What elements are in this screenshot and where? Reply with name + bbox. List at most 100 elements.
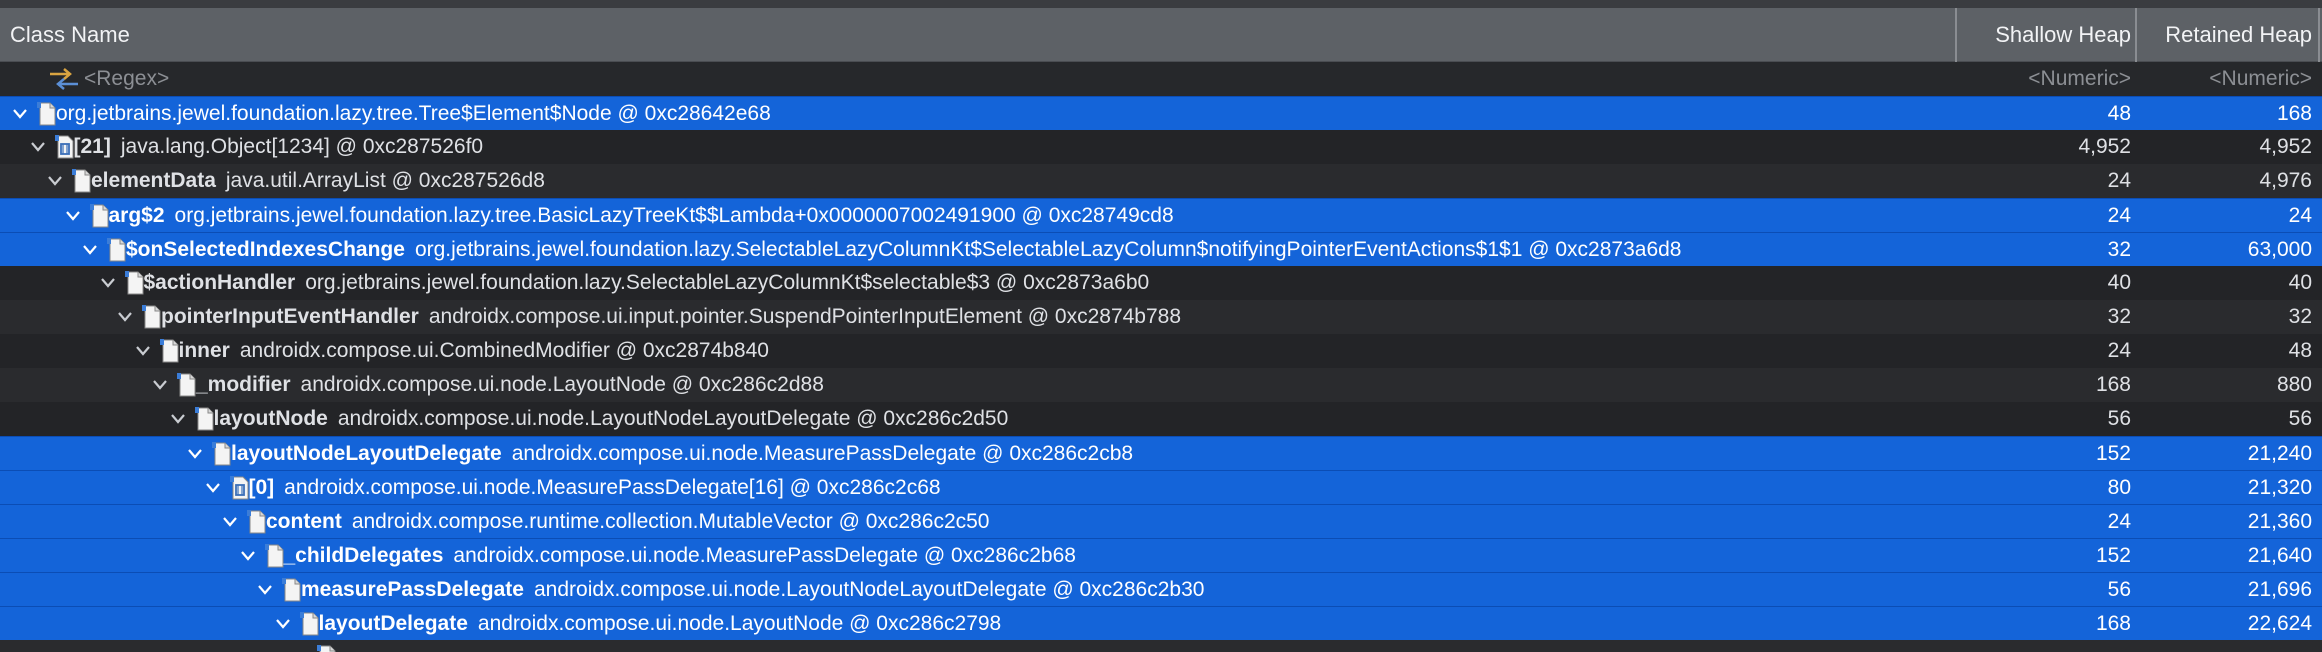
chevron-down-icon[interactable] bbox=[80, 233, 100, 267]
object-type: androidx.compose.runtime.collection.Muta… bbox=[351, 510, 990, 533]
column-header-class-name[interactable]: Class Name bbox=[10, 8, 130, 61]
title-strip bbox=[0, 0, 2322, 8]
field-name: _modifier bbox=[196, 373, 291, 396]
field-name: pointerInputEventHandler bbox=[161, 305, 419, 328]
class-name-cell: pointerInputEventHandler androidx.compose… bbox=[161, 300, 1181, 334]
field-name: [0] bbox=[248, 476, 275, 499]
object-type: androidx.compose.ui.CombinedModifier @ 0… bbox=[239, 339, 769, 362]
table-row[interactable]: pointerInputEventHandler androidx.compose… bbox=[0, 300, 2322, 334]
chevron-down-icon[interactable] bbox=[98, 266, 118, 300]
chevron-down-icon[interactable] bbox=[115, 300, 135, 334]
object-type: androidx.compose.ui.node.LayoutNode @ 0x… bbox=[300, 373, 824, 396]
table-row[interactable]: [21] java.lang.Object[1234] @ 0xc287526f0… bbox=[0, 130, 2322, 164]
table-row[interactable]: elementData java.util.ArrayList @ 0xc2875… bbox=[0, 164, 2322, 198]
shallow-heap-cell: 168 bbox=[2095, 373, 2131, 396]
table-row[interactable]: layoutDelegate androidx.compose.ui.node.L… bbox=[0, 606, 2322, 640]
shallow-heap-cell: 168 bbox=[2095, 612, 2131, 635]
field-name: _childDelegates bbox=[283, 544, 444, 567]
table-row[interactable]: _modifier androidx.compose.ui.node.Layout… bbox=[0, 368, 2322, 402]
chevron-down-icon[interactable] bbox=[133, 334, 153, 368]
table-row[interactable]: layoutNodeLayoutDelegate androidx.compose… bbox=[0, 436, 2322, 470]
chevron-down-icon[interactable] bbox=[168, 402, 188, 436]
table-row[interactable]: $actionHandler org.jetbrains.jewel.founda… bbox=[0, 266, 2322, 300]
class-name-cell: [21] java.lang.Object[1234] @ 0xc287526f0 bbox=[74, 130, 484, 164]
chevron-down-icon[interactable] bbox=[10, 97, 30, 131]
table-row[interactable]: measurePassDelegate androidx.compose.ui.n… bbox=[0, 572, 2322, 606]
file-icon bbox=[89, 204, 108, 228]
chevron-down-icon[interactable] bbox=[150, 368, 170, 402]
chevron-down-icon[interactable] bbox=[238, 539, 258, 573]
retained-heap-cell: 22,624 bbox=[2247, 612, 2312, 635]
field-name: layoutNodeLayoutDelegate bbox=[231, 442, 502, 465]
file-icon bbox=[177, 373, 196, 397]
table-row[interactable]: inner androidx.compose.ui.CombinedModifie… bbox=[0, 334, 2322, 368]
table-row[interactable]: _childDelegates androidx.compose.ui.node.… bbox=[0, 538, 2322, 572]
file-icon bbox=[37, 102, 56, 126]
file-icon bbox=[299, 612, 318, 636]
column-divider[interactable] bbox=[2318, 8, 2320, 62]
retained-heap-cell: 63,000 bbox=[2247, 238, 2312, 261]
file-icon bbox=[247, 510, 266, 534]
chevron-down-icon[interactable] bbox=[273, 607, 293, 641]
class-name-cell: _childDelegates androidx.compose.ui.node.… bbox=[284, 539, 1076, 573]
array-icon bbox=[229, 476, 248, 500]
table-row[interactable]: content androidx.compose.runtime.collecti… bbox=[0, 504, 2322, 538]
field-name: $actionHandler bbox=[143, 271, 296, 294]
regex-filter-input[interactable]: <Regex> bbox=[84, 62, 169, 96]
object-type: org.jetbrains.jewel.foundation.lazy.Sele… bbox=[305, 271, 1150, 294]
class-name-cell: content androidx.compose.runtime.collecti… bbox=[266, 505, 990, 539]
class-name-cell: layoutDelegate androidx.compose.ui.node.L… bbox=[319, 607, 1002, 641]
chevron-down-icon[interactable] bbox=[63, 199, 83, 233]
column-divider[interactable] bbox=[2135, 8, 2137, 62]
heap-dump-window: Class Name Shallow Heap Retained Heap <R… bbox=[0, 0, 2322, 652]
retained-heap-cell: 4,976 bbox=[2259, 169, 2312, 192]
table-row[interactable]: [0] androidx.compose.ui.node.MeasurePassD… bbox=[0, 470, 2322, 504]
object-type: java.util.ArrayList @ 0xc287526d8 bbox=[225, 169, 545, 192]
chevron-down-icon[interactable] bbox=[255, 573, 275, 607]
retained-heap-cell: 24 bbox=[2288, 204, 2312, 227]
field-name: elementData bbox=[91, 169, 216, 192]
file-icon bbox=[72, 169, 91, 193]
table-row[interactable]: org.jetbrains.jewel.foundation.lazy.tree… bbox=[0, 96, 2322, 130]
retained-heap-cell: 21,240 bbox=[2247, 442, 2312, 465]
class-name-cell: $actionHandler org.jetbrains.jewel.founda… bbox=[144, 266, 1150, 300]
column-header-retained-heap[interactable]: Retained Heap bbox=[2165, 8, 2312, 61]
object-type: org.jetbrains.jewel.foundation.lazy.Sele… bbox=[414, 238, 1682, 261]
shallow-heap-filter-input[interactable]: <Numeric> bbox=[2028, 62, 2131, 96]
shallow-heap-cell: 152 bbox=[2095, 442, 2131, 465]
shallow-heap-cell: 4,952 bbox=[2078, 135, 2131, 158]
retained-heap-cell: 21,320 bbox=[2247, 476, 2312, 499]
object-type: androidx.compose.ui.input.pointer.Suspen… bbox=[428, 305, 1182, 328]
object-type: androidx.compose.ui.node.MeasurePassDele… bbox=[453, 544, 1076, 567]
shallow-heap-cell: 56 bbox=[2107, 578, 2131, 601]
table-row[interactable]: $onSelectedIndexesChange org.jetbrains.je… bbox=[0, 232, 2322, 266]
file-icon bbox=[212, 442, 231, 466]
shallow-heap-cell: 24 bbox=[2107, 204, 2131, 227]
file-icon bbox=[194, 407, 213, 431]
chevron-down-icon[interactable] bbox=[220, 505, 240, 539]
chevron-down-icon[interactable] bbox=[185, 437, 205, 471]
field-name: [21] bbox=[73, 135, 111, 158]
table-row[interactable]: arg$2 org.jetbrains.jewel.foundation.lazy… bbox=[0, 198, 2322, 232]
filter-arrows-icon bbox=[50, 68, 78, 90]
file-icon bbox=[317, 645, 336, 652]
object-type: java.lang.Object[1234] @ 0xc287526f0 bbox=[120, 135, 484, 158]
field-name: layoutDelegate bbox=[318, 612, 468, 635]
tree-table: org.jetbrains.jewel.foundation.lazy.tree… bbox=[0, 96, 2322, 652]
table-row[interactable] bbox=[0, 640, 2322, 652]
retained-heap-filter-input[interactable]: <Numeric> bbox=[2209, 62, 2312, 96]
column-header-shallow-heap[interactable]: Shallow Heap bbox=[1995, 8, 2131, 61]
retained-heap-cell: 48 bbox=[2288, 339, 2312, 362]
class-name-cell: [0] androidx.compose.ui.node.MeasurePassD… bbox=[249, 471, 941, 505]
chevron-down-icon[interactable] bbox=[203, 471, 223, 505]
retained-heap-cell: 168 bbox=[2276, 102, 2312, 125]
field-name: arg$2 bbox=[108, 204, 165, 227]
retained-heap-cell: 880 bbox=[2276, 373, 2312, 396]
shallow-heap-cell: 32 bbox=[2107, 238, 2131, 261]
chevron-down-icon[interactable] bbox=[45, 164, 65, 198]
column-divider[interactable] bbox=[1955, 8, 1957, 62]
table-row[interactable]: layoutNode androidx.compose.ui.node.Layou… bbox=[0, 402, 2322, 436]
retained-heap-cell: 21,360 bbox=[2247, 510, 2312, 533]
chevron-down-icon[interactable] bbox=[28, 130, 48, 164]
retained-heap-cell: 21,640 bbox=[2247, 544, 2312, 567]
